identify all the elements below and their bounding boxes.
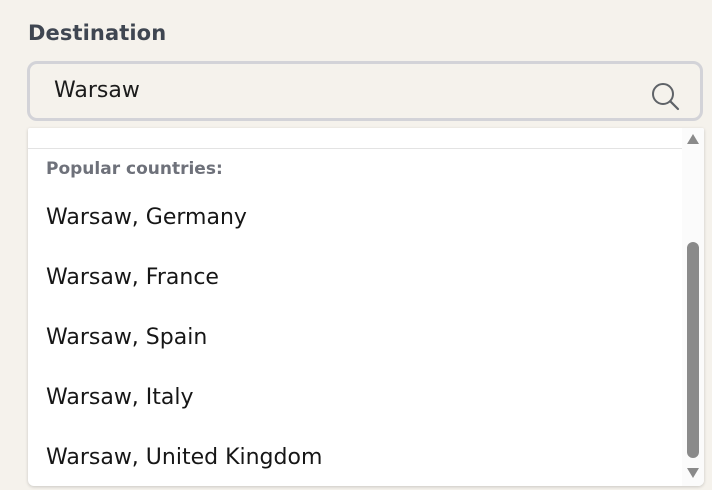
- suggestion-option[interactable]: Warsaw, France: [28, 248, 682, 308]
- suggestion-option[interactable]: Warsaw, Germany: [28, 188, 682, 248]
- destination-label: Destination: [28, 21, 167, 45]
- suggestion-option[interactable]: Warsaw, United Kingdom: [28, 428, 682, 486]
- scroll-down-arrow-icon[interactable]: [686, 466, 700, 480]
- dropdown-scrollbar[interactable]: [682, 128, 704, 486]
- destination-suggestions-dropdown: Popular countries: Warsaw, Germany Warsa…: [28, 128, 704, 486]
- suggestion-option[interactable]: Warsaw, Italy: [28, 368, 682, 428]
- destination-field-container[interactable]: [27, 61, 703, 121]
- suggestion-list: Warsaw, Germany Warsaw, France Warsaw, S…: [28, 188, 682, 486]
- search-icon[interactable]: [650, 81, 680, 111]
- dropdown-divider: [28, 148, 682, 149]
- destination-input[interactable]: [30, 64, 630, 118]
- suggestion-option[interactable]: Warsaw, Spain: [28, 308, 682, 368]
- scroll-up-arrow-icon[interactable]: [686, 132, 700, 146]
- scrollbar-thumb[interactable]: [687, 242, 699, 458]
- popular-countries-heading: Popular countries:: [46, 159, 223, 179]
